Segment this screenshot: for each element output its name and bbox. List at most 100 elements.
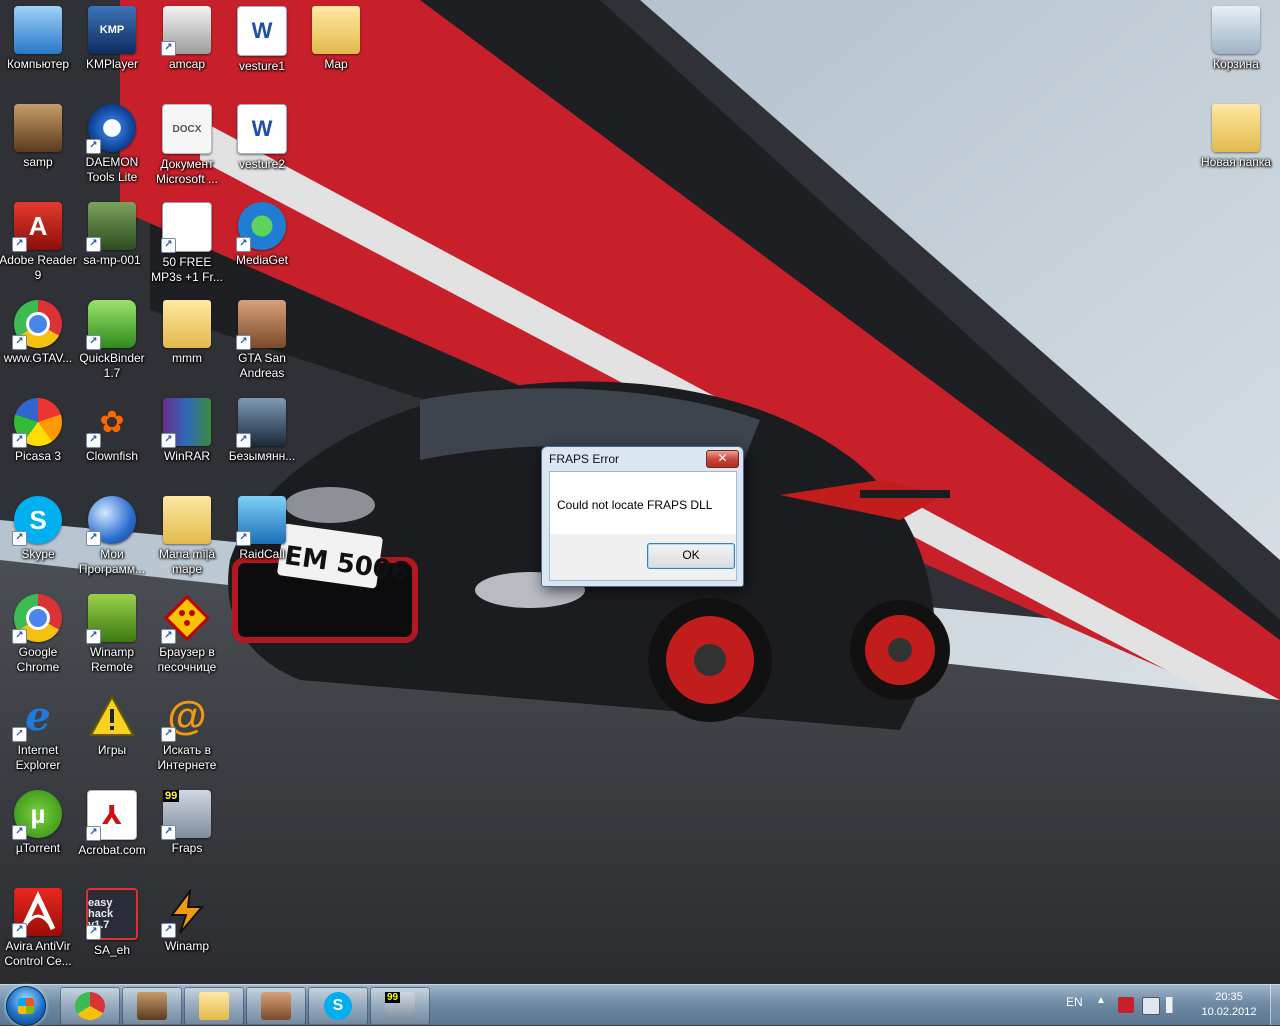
taskbar-gta-button[interactable]: [246, 987, 306, 1025]
fraps-badge: 99: [385, 992, 401, 1003]
desktop-icon-winampremote[interactable]: ↗ Winamp Remote: [74, 594, 150, 686]
desktop-icon-websearch[interactable]: @ ↗ Искать в Интернете: [149, 692, 225, 784]
desktop-icon-ie[interactable]: e ↗ Internet Explorer: [0, 692, 76, 784]
desktop-icon-acrobatcom[interactable]: ⅄ ↗ Acrobat.com: [74, 790, 150, 882]
picasa-icon: ↗: [12, 398, 62, 448]
gta-icon: ↗: [236, 300, 286, 350]
folder-icon: [312, 6, 360, 54]
sandbox-browser-icon: ↗: [161, 594, 211, 644]
shortcut-arrow-icon: ↗: [86, 237, 101, 252]
icon-glyph-text: A: [28, 210, 48, 241]
start-button[interactable]: [6, 986, 46, 1026]
desktop-icon-label: Winamp: [164, 939, 209, 953]
desktop-icon-label: Map: [324, 57, 348, 71]
folder-icon: [163, 496, 211, 544]
desktop-icon-winamp[interactable]: ↗ Winamp: [149, 888, 225, 980]
icon-glyph-text: µ: [30, 798, 46, 829]
kmplayer-icon: KMP: [88, 6, 136, 54]
word-document-icon: W: [237, 104, 287, 154]
desktop-icon-label: KMPlayer: [85, 57, 138, 71]
desktop-icon-quickbinder[interactable]: ↗ QuickBinder 1.7: [74, 300, 150, 392]
taskbar-explorer-button[interactable]: [184, 987, 244, 1025]
desktop-icon-map[interactable]: Map: [298, 6, 374, 98]
desktop-icon-vesture2[interactable]: Wvesture2: [224, 104, 300, 196]
shortcut-arrow-icon: ↗: [86, 629, 101, 644]
desktop-icon-myprograms[interactable]: ↗ Мои Программ...: [74, 496, 150, 588]
desktop-icon-chrome[interactable]: ↗ Google Chrome: [0, 594, 76, 686]
show-hidden-icons-button[interactable]: ▲: [1096, 995, 1106, 1006]
desktop-icon-label: sa-mp-001: [83, 253, 141, 267]
language-indicator[interactable]: EN: [1066, 995, 1083, 1009]
desktop-icon-mediaget[interactable]: ↗ MediaGet: [224, 202, 300, 294]
globe-icon: ↗: [86, 496, 136, 546]
desktop-icon-games[interactable]: Игры: [74, 692, 150, 784]
desktop-icon-sandbox[interactable]: ↗ Браузер в песочнице: [149, 594, 225, 686]
desktop-icon-fraps[interactable]: 99 ↗ Fraps: [149, 790, 225, 882]
desktop-icon-mp3[interactable]: ↗ 50 FREE MP3s +1 Fr...: [149, 202, 225, 294]
desktop-icon-manamape[interactable]: Mana mīļā mape: [149, 496, 225, 588]
desktop-icon-recycle[interactable]: Корзина: [1198, 6, 1274, 98]
desktop-icon-label: Google Chrome: [16, 645, 60, 674]
samp-icon: [14, 104, 62, 152]
desktop-icon-mmm[interactable]: mmm: [149, 300, 225, 392]
desktop-icon-avira[interactable]: ↗ Avira AntiVir Control Ce...: [0, 888, 76, 980]
desktop-icon-skype[interactable]: S ↗ Skype: [0, 496, 76, 588]
desktop-icon-gtasa[interactable]: ↗ GTA San Andreas: [224, 300, 300, 392]
shortcut-arrow-icon: ↗: [161, 727, 176, 742]
desktop-icon-utorrent[interactable]: µ ↗ µTorrent: [0, 790, 76, 882]
desktop-icon-raidcall[interactable]: ↗ RaidCall: [224, 496, 300, 588]
shortcut-arrow-icon: ↗: [161, 41, 176, 56]
desktop-icon-kmplayer[interactable]: KMP KMPlayer: [74, 6, 150, 98]
shortcut-arrow-icon: ↗: [161, 825, 176, 840]
desktop-icon-computer[interactable]: Компьютер: [0, 6, 76, 98]
show-desktop-button[interactable]: [1270, 985, 1280, 1025]
taskbar-chrome-button[interactable]: [60, 987, 120, 1025]
dialog-footer: OK: [550, 534, 736, 580]
clock[interactable]: 20:35 10.02.2012: [1192, 990, 1266, 1020]
avira-icon: ↗: [12, 888, 62, 938]
desktop-icon-label: amcap: [168, 57, 206, 71]
fraps-error-dialog[interactable]: FRAPS Error ✕ Could not locate FRAPS DLL…: [541, 446, 744, 587]
desktop-icon-label: DAEMON Tools Lite: [85, 155, 139, 184]
network-icon[interactable]: [1142, 997, 1160, 1015]
shortcut-arrow-icon: ↗: [12, 433, 27, 448]
recycle-bin-icon: [1212, 6, 1260, 54]
desktop-icon-docx[interactable]: DOCX Документ Microsoft ...: [149, 104, 225, 196]
desktop-icon-winrar[interactable]: ↗ WinRAR: [149, 398, 225, 490]
desktop-icon-untitled[interactable]: ↗ Безымянн...: [224, 398, 300, 490]
acrobat-icon: ⅄ ↗: [86, 790, 137, 841]
desktop-icon-samp[interactable]: samp: [0, 104, 76, 196]
shortcut-arrow-icon: ↗: [86, 433, 101, 448]
desktop-icon-clownfish[interactable]: ✿ ↗ Clownfish: [74, 398, 150, 490]
chrome-icon: ↗: [12, 300, 62, 350]
taskbar-fraps-button[interactable]: 99: [370, 987, 430, 1025]
desktop-icon-vesture1[interactable]: Wvesture1: [224, 6, 300, 98]
desktop-icon-label: Skype: [21, 547, 55, 561]
taskbar-skype-button[interactable]: S: [308, 987, 368, 1025]
at-sign-icon: @ ↗: [161, 692, 211, 742]
shortcut-arrow-icon: ↗: [236, 433, 251, 448]
desktop-icon-picasa[interactable]: ↗ Picasa 3: [0, 398, 76, 490]
desktop-icon-samp001[interactable]: ↗ sa-mp-001: [74, 202, 150, 294]
chrome-icon: [75, 992, 105, 1020]
shortcut-arrow-icon: ↗: [161, 629, 176, 644]
desktop-icon-daemon[interactable]: ↗ DAEMON Tools Lite: [74, 104, 150, 196]
desktop-icon-label: Fraps: [171, 841, 203, 855]
shortcut-arrow-icon: ↗: [86, 925, 101, 940]
taskbar-samp-button[interactable]: [122, 987, 182, 1025]
gta-icon: [261, 992, 291, 1020]
desktop-icon-gtav[interactable]: ↗ www.GTAV...: [0, 300, 76, 392]
dialog-close-button[interactable]: ✕: [706, 450, 739, 468]
desktop-icon-label: Корзина: [1213, 57, 1259, 71]
icon-glyph-text: KMP: [99, 24, 125, 36]
desktop-icon-newfolder[interactable]: Новая папка: [1198, 104, 1274, 196]
volume-icon[interactable]: [1166, 997, 1182, 1013]
avira-tray-icon[interactable]: [1118, 997, 1134, 1013]
fraps-icon: 99: [385, 992, 415, 1020]
desktop-icon-saeh[interactable]: easy hack v1.7↗ SA_eh: [74, 888, 150, 980]
ok-button[interactable]: OK: [647, 543, 735, 569]
desktop-icon-amcap[interactable]: ↗ amcap: [149, 6, 225, 98]
daemon-tools-icon: ↗: [86, 104, 136, 154]
desktop-icon-label: Мои Программ...: [78, 547, 146, 576]
desktop-icon-adobe[interactable]: A ↗ Adobe Reader 9: [0, 202, 77, 294]
